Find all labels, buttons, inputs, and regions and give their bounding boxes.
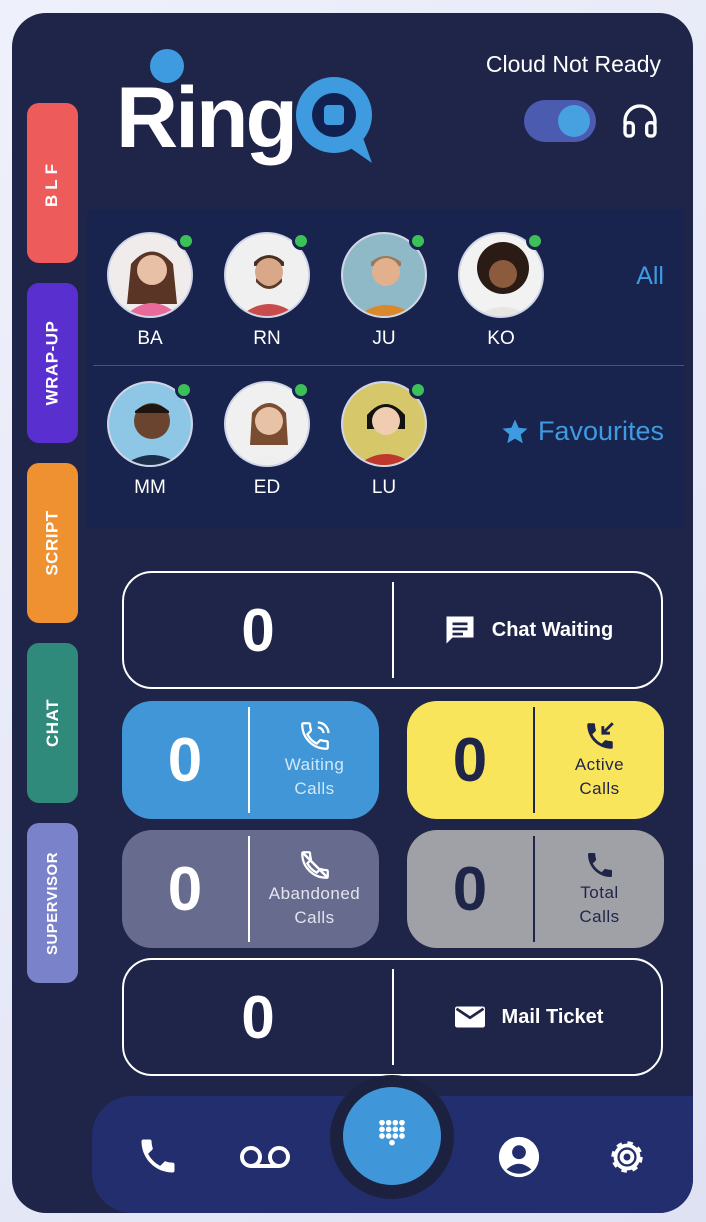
mail-ticket-label-group: Mail Ticket	[394, 999, 661, 1035]
contact-initials: MM	[134, 477, 166, 498]
phone-icon[interactable]	[136, 1134, 180, 1178]
logo-q-icon	[296, 77, 372, 163]
waiting-calls-label-group: Waiting Calls	[250, 719, 379, 801]
abandoned-calls-label-2: Calls	[294, 908, 335, 927]
app-screen: BLF WRAP-UP SCRIPT CHAT SUPERVISOR Ring …	[12, 13, 693, 1213]
tab-script[interactable]: SCRIPT	[27, 463, 78, 623]
tab-script-label: SCRIPT	[42, 510, 62, 576]
online-indicator	[409, 381, 427, 399]
headset-icon[interactable]	[620, 101, 660, 141]
chat-icon	[446, 616, 474, 644]
contact-lu[interactable]: LU	[339, 381, 429, 499]
settings-icon[interactable]	[604, 1134, 650, 1180]
waiting-calls-count: 0	[167, 725, 203, 795]
online-indicator	[526, 232, 544, 250]
contact-ko[interactable]: KO	[456, 232, 546, 350]
online-indicator	[409, 232, 427, 250]
tab-wrap-up-label: WRAP-UP	[42, 320, 62, 406]
tab-blf-label: BLF	[42, 158, 62, 208]
waiting-calls-card[interactable]: 0 Waiting Calls	[122, 701, 379, 819]
phone-missed-icon	[300, 851, 329, 879]
active-calls-count: 0	[452, 725, 488, 795]
chat-waiting-card[interactable]: 0 Chat Waiting	[122, 571, 663, 689]
filter-all-link[interactable]: All	[636, 262, 664, 291]
mail-ticket-card[interactable]: 0 Mail Ticket	[122, 958, 663, 1076]
contacts-panel: BA RN JU KO All MM ED LU Favourites	[87, 210, 684, 528]
favourites-label: Favourites	[537, 416, 664, 446]
contact-initials: ED	[253, 477, 281, 498]
contact-initials: LU	[371, 477, 397, 498]
online-indicator	[177, 232, 195, 250]
dialpad-button[interactable]	[343, 1087, 441, 1185]
waiting-calls-label-2: Calls	[294, 779, 335, 798]
online-indicator	[292, 232, 310, 250]
phone-ringing-icon	[300, 721, 330, 750]
contact-ba[interactable]: BA	[105, 232, 195, 350]
active-calls-card[interactable]: 0 Active Calls	[407, 701, 664, 819]
active-calls-label-1: Active	[574, 755, 625, 774]
tab-wrap-up[interactable]: WRAP-UP	[27, 283, 78, 443]
active-calls-label-2: Calls	[579, 779, 620, 798]
abandoned-calls-label-group: Abandoned Calls	[250, 848, 379, 930]
star-icon	[502, 419, 528, 443]
cloud-status: Cloud Not Ready	[485, 51, 661, 77]
ready-toggle[interactable]	[524, 100, 596, 142]
waiting-calls-label-1: Waiting	[284, 755, 345, 774]
contact-initials: BA	[137, 328, 163, 349]
chat-waiting-count: 0	[241, 596, 275, 664]
voicemail-icon[interactable]	[238, 1140, 292, 1174]
contact-ed[interactable]: ED	[222, 381, 312, 499]
abandoned-calls-label-1: Abandoned	[268, 884, 361, 903]
contact-rn[interactable]: RN	[222, 232, 312, 350]
contact-initials: KO	[487, 328, 515, 349]
total-calls-card[interactable]: 0 Total Calls	[407, 830, 664, 948]
total-calls-label-group: Total Calls	[535, 849, 664, 929]
contact-ju[interactable]: JU	[339, 232, 429, 350]
online-indicator	[292, 381, 310, 399]
contact-initials: RN	[253, 328, 281, 349]
total-calls-count: 0	[452, 854, 488, 924]
toggle-knob	[558, 105, 590, 137]
mail-ticket-count: 0	[241, 983, 275, 1051]
abandoned-calls-card[interactable]: 0 Abandoned Calls	[122, 830, 379, 948]
tab-chat-label: CHAT	[42, 699, 62, 747]
mail-icon	[454, 1006, 485, 1028]
phone-incoming-icon	[586, 722, 614, 749]
contacts-divider	[93, 365, 684, 366]
active-calls-label-group: Active Calls	[535, 719, 664, 801]
mail-ticket-label: Mail Ticket	[501, 1005, 604, 1028]
contact-initials: JU	[372, 328, 396, 349]
tab-blf[interactable]: BLF	[27, 103, 78, 263]
abandoned-calls-count: 0	[167, 854, 203, 924]
contact-mm[interactable]: MM	[105, 381, 195, 499]
account-icon[interactable]	[496, 1134, 542, 1180]
tab-supervisor[interactable]: SUPERVISOR	[27, 823, 78, 983]
chat-waiting-label: Chat Waiting	[491, 618, 614, 641]
chat-waiting-label-group: Chat Waiting	[394, 612, 661, 648]
tab-supervisor-label: SUPERVISOR	[44, 851, 61, 955]
total-calls-label-2: Calls	[579, 907, 620, 926]
total-calls-label-1: Total	[580, 883, 619, 902]
logo-wordmark: Ring	[116, 70, 298, 166]
online-indicator	[175, 381, 193, 399]
tab-chat[interactable]: CHAT	[27, 643, 78, 803]
filter-favourites-link[interactable]: Favourites	[500, 416, 664, 447]
dialpad-icon	[379, 1119, 405, 1146]
phone-icon	[587, 853, 612, 877]
ringq-logo: Ring	[116, 49, 386, 169]
